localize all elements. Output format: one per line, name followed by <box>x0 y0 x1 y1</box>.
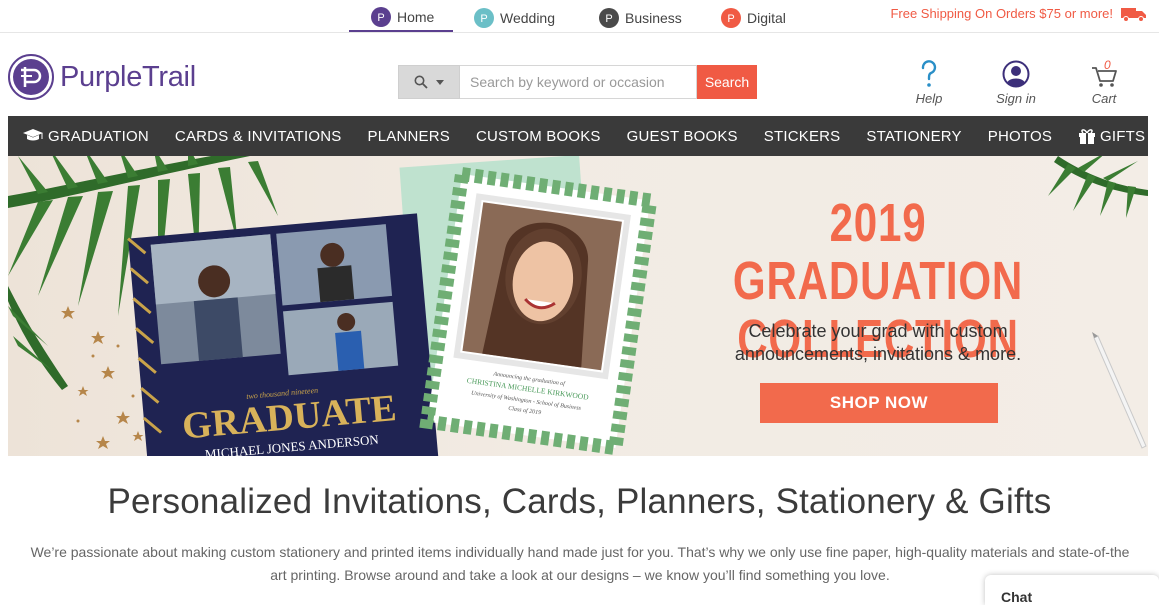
search-button[interactable]: Search <box>697 65 757 99</box>
nav-graduation[interactable]: GRADUATION <box>22 128 149 145</box>
site-tab-label: Business <box>625 10 682 26</box>
confetti-stars <box>61 306 144 449</box>
home-logo-icon: P <box>371 7 391 27</box>
svg-text:P: P <box>605 13 612 25</box>
nav-gifts[interactable]: GIFTS <box>1078 128 1145 145</box>
nav-guest-books[interactable]: GUEST BOOKS <box>627 128 738 145</box>
nav-label: PLANNERS <box>367 127 450 145</box>
brand-name: PurpleTrail <box>60 60 196 93</box>
site-tab-digital[interactable]: P Digital <box>721 4 786 32</box>
nav-label: STATIONERY <box>866 127 962 145</box>
graduation-announcement-card: Announcing the graduation of CHRISTINA M… <box>419 166 659 456</box>
svg-text:P: P <box>727 13 734 25</box>
intro-paragraph: We’re passionate about making custom sta… <box>30 544 1130 583</box>
site-tab-label: Wedding <box>500 10 556 26</box>
nav-stickers[interactable]: STICKERS <box>764 128 841 145</box>
user-icon <box>1002 60 1030 88</box>
chat-widget[interactable]: Chat <box>985 575 1159 605</box>
page-headline: Personalized Invitations, Cards, Planner… <box>107 482 1052 521</box>
nav-label: CUSTOM BOOKS <box>475 127 601 145</box>
cart-count: 0 <box>1104 58 1111 72</box>
graduate-photo-book: two thousand nineteen GRADUATE MICHAEL J… <box>127 213 440 456</box>
help-icon <box>921 60 937 87</box>
site-tab-home[interactable]: P Home <box>349 4 453 32</box>
site-tab-business[interactable]: P Business <box>599 4 682 32</box>
svg-text:P: P <box>480 13 487 25</box>
truck-icon <box>1121 8 1146 22</box>
shop-now-button[interactable]: SHOP NOW <box>760 383 998 423</box>
search-category-dropdown[interactable] <box>398 65 460 99</box>
hero-subtitle: Celebrate your grad with custom announce… <box>734 321 1022 364</box>
hero-title-line1: 2019 GRADUATION <box>732 193 1024 311</box>
nav-label: GUEST BOOKS <box>626 127 738 145</box>
cart-label: Cart <box>1091 91 1117 106</box>
digital-logo-icon: P <box>721 8 741 28</box>
search-bar: Search <box>398 65 758 99</box>
nav-stationery[interactable]: STATIONERY <box>866 128 961 145</box>
help-label: Help <box>915 91 943 106</box>
purpletrail-logo[interactable]: PurpleTrail <box>8 54 196 100</box>
nav-label: CARDS & INVITATIONS <box>174 127 342 145</box>
gift-icon <box>1079 129 1096 144</box>
search-icon <box>414 75 428 89</box>
site-tab-label: Home <box>397 9 435 25</box>
svg-text:P: P <box>377 12 384 24</box>
nav-cards-invitations[interactable]: CARDS & INVITATIONS <box>175 128 342 145</box>
business-logo-icon: P <box>599 8 619 28</box>
cart-link[interactable]: 0 Cart <box>1074 58 1134 106</box>
site-tab-label: Digital <box>747 10 786 26</box>
site-switcher-bar: P Home P Wedding P Business P Digital Fr… <box>0 0 1159 33</box>
site-tab-wedding[interactable]: P Wedding <box>474 4 555 32</box>
sign-in-link[interactable]: Sign in <box>986 60 1046 106</box>
chevron-down-icon <box>436 79 444 85</box>
help-link[interactable]: Help <box>899 60 959 106</box>
category-nav: GRADUATION CARDS & INVITATIONS PLANNERS … <box>8 116 1148 156</box>
wedding-logo-icon: P <box>474 8 494 28</box>
nav-custom-books[interactable]: CUSTOM BOOKS <box>476 128 601 145</box>
search-input[interactable] <box>460 65 697 99</box>
free-shipping-banner[interactable]: Free Shipping On Orders $75 or more! <box>890 6 1113 21</box>
hero-banner[interactable]: two thousand nineteen GRADUATE MICHAEL J… <box>8 156 1148 456</box>
nav-photos[interactable]: PHOTOS <box>988 128 1052 145</box>
purpletrail-logo-icon <box>8 54 54 100</box>
nav-label: PHOTOS <box>987 127 1053 145</box>
sign-in-label: Sign in <box>996 91 1036 106</box>
nav-label: STICKERS <box>763 127 841 145</box>
nav-label: GIFTS <box>1100 127 1146 145</box>
graduation-cap-icon <box>23 129 43 141</box>
nav-label: GRADUATION <box>48 127 149 145</box>
palm-leaf-icon <box>1048 156 1148 218</box>
pen-icon <box>1092 332 1147 449</box>
nav-planners[interactable]: PLANNERS <box>368 128 450 145</box>
